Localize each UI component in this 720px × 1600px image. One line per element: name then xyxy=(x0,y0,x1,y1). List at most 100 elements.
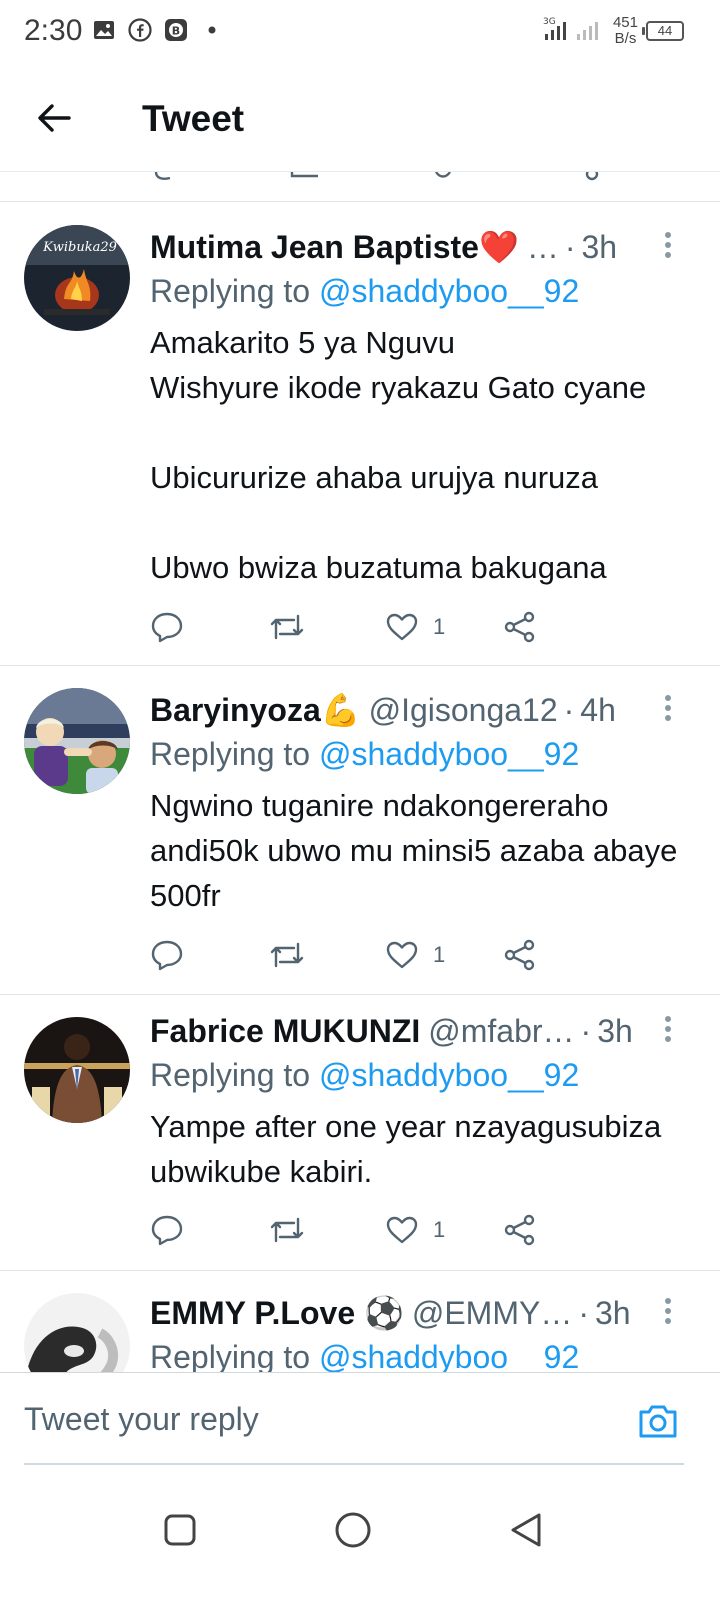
retweet-icon xyxy=(270,1217,303,1243)
facebook-icon xyxy=(128,18,152,42)
network-speed-value: 451 xyxy=(612,13,638,31)
recents-button[interactable] xyxy=(150,1500,210,1560)
avatar[interactable] xyxy=(24,1017,130,1123)
like-button[interactable]: 1 xyxy=(385,940,503,970)
avatar-caption: Kwibuka29 xyxy=(42,240,117,255)
display-name[interactable]: Fabrice MUKUNZI xyxy=(150,1013,420,1050)
replying-label: Replying to xyxy=(150,736,311,772)
separator-dot: · xyxy=(563,691,575,728)
retweet-button[interactable] xyxy=(268,612,386,642)
timestamp: 3h xyxy=(594,1294,631,1331)
reply-tweet[interactable]: Fabrice MUKUNZI @mfabr… · 3h Replying to… xyxy=(0,995,720,1271)
share-icon xyxy=(504,1214,534,1246)
retweet-button[interactable] xyxy=(268,940,386,970)
user-handle[interactable]: @Igisonga12 xyxy=(369,692,558,729)
comment-icon xyxy=(151,940,183,971)
separator-dot: · xyxy=(564,228,576,265)
tweet-actions: 1 xyxy=(150,1208,620,1252)
mention-link[interactable]: @shaddyboo__92 xyxy=(319,1339,579,1372)
retweet-icon xyxy=(270,614,303,640)
mention-link[interactable]: @shaddyboo__92 xyxy=(319,736,579,772)
more-options-button[interactable] xyxy=(658,1011,678,1047)
tweet-header: Baryinyoza💪 @Igisonga12 · 4h xyxy=(150,688,668,732)
back-nav-button[interactable] xyxy=(496,1500,556,1560)
more-options-button[interactable] xyxy=(658,690,678,726)
tweet-header: Fabrice MUKUNZI @mfabr… · 3h xyxy=(150,1009,668,1053)
square-icon xyxy=(164,1514,196,1546)
heart-icon xyxy=(386,1216,418,1244)
more-options-button[interactable] xyxy=(658,227,678,263)
camera-icon xyxy=(639,1405,677,1438)
more-vertical-icon xyxy=(665,1016,671,1042)
share-button[interactable] xyxy=(503,611,621,643)
tweet-header: EMMY P.Love ⚽ @EMMY… · 3h xyxy=(150,1291,668,1335)
user-handle[interactable]: @mfabr… xyxy=(428,1013,574,1050)
system-indicators: 3G 451 B/s 44 xyxy=(543,14,684,47)
user-handle[interactable]: … xyxy=(527,229,559,266)
avatar[interactable] xyxy=(24,688,130,794)
share-icon xyxy=(504,611,534,643)
status-time: 2:30 xyxy=(24,14,83,47)
user-handle[interactable]: @EMMY… xyxy=(412,1295,572,1332)
separator-dot: · xyxy=(578,1294,589,1331)
tweet-text: Amakarito 5 ya Nguvu Wishyure ikode ryak… xyxy=(150,325,647,585)
partial-action-icons xyxy=(154,172,599,181)
previous-tweet-actions xyxy=(0,172,720,202)
like-count: 1 xyxy=(433,942,446,967)
reply-composer xyxy=(0,1372,720,1464)
timestamp: 3h xyxy=(581,228,618,265)
reply-tweet[interactable]: Kwibuka29 Mutima Jean Baptiste❤️ … · 3h … xyxy=(0,203,720,666)
network-type: 3G xyxy=(543,17,556,27)
replying-to: Replying to @shaddyboo__92 xyxy=(150,1339,579,1372)
dot-icon xyxy=(200,18,224,42)
reply-tweet[interactable]: EMMY P.Love ⚽ @EMMY… · 3h Replying to @s… xyxy=(0,1271,720,1372)
more-vertical-icon xyxy=(665,1298,671,1324)
like-button[interactable]: 1 xyxy=(385,612,503,642)
comment-icon xyxy=(151,1215,183,1246)
more-vertical-icon xyxy=(665,695,671,721)
more-options-button[interactable] xyxy=(658,1293,678,1329)
timestamp: 3h xyxy=(597,1012,633,1049)
network-speed-unit: B/s xyxy=(614,29,637,47)
tweet-actions: 1 xyxy=(150,933,620,977)
page-title: Tweet xyxy=(142,98,245,139)
notification-icons: B xyxy=(92,18,224,42)
reply-button[interactable] xyxy=(150,1214,268,1246)
tweet-text: Ngwino tuganire ndakongereraho andi50k u… xyxy=(150,788,678,913)
tweet-actions: 1 xyxy=(150,605,620,649)
signal-icon: 3G xyxy=(543,14,605,47)
like-count: 1 xyxy=(433,614,446,639)
status-bar: 2:30 B 3G 451 B/s 44 xyxy=(0,0,720,64)
replying-label: Replying to xyxy=(150,1057,311,1093)
arrow-left-icon xyxy=(38,104,71,132)
gallery-icon xyxy=(92,18,116,42)
composer-underline xyxy=(24,1463,684,1465)
display-name[interactable]: Baryinyoza💪 xyxy=(150,691,361,729)
like-button[interactable]: 1 xyxy=(385,1215,503,1245)
heart-icon xyxy=(386,613,418,641)
share-button[interactable] xyxy=(503,939,621,971)
reply-button[interactable] xyxy=(150,611,268,643)
reply-button[interactable] xyxy=(150,939,268,971)
mention-link[interactable]: @shaddyboo__92 xyxy=(319,273,579,309)
camera-button[interactable] xyxy=(636,1401,680,1441)
replying-label: Replying to xyxy=(150,1339,311,1372)
reply-input[interactable] xyxy=(24,1397,624,1441)
back-button[interactable] xyxy=(32,96,76,140)
display-name[interactable]: Mutima Jean Baptiste❤️ xyxy=(150,228,519,266)
circle-icon xyxy=(335,1512,371,1548)
share-button[interactable] xyxy=(503,1214,621,1246)
home-button[interactable] xyxy=(323,1500,383,1560)
share-icon xyxy=(504,939,534,971)
retweet-button[interactable] xyxy=(268,1215,386,1245)
network-speed: 451 B/s xyxy=(612,13,638,47)
avatar[interactable] xyxy=(24,1293,130,1372)
replying-to: Replying to @shaddyboo__92 xyxy=(150,736,579,773)
avatar[interactable]: Kwibuka29 xyxy=(24,225,130,331)
reply-tweet[interactable]: Baryinyoza💪 @Igisonga12 · 4h Replying to… xyxy=(0,666,720,995)
display-name[interactable]: EMMY P.Love ⚽ xyxy=(150,1294,404,1332)
mention-link[interactable]: @shaddyboo__92 xyxy=(319,1057,579,1093)
system-navigation-bar xyxy=(0,1480,720,1600)
heart-icon xyxy=(386,941,418,969)
like-count: 1 xyxy=(433,1217,446,1242)
